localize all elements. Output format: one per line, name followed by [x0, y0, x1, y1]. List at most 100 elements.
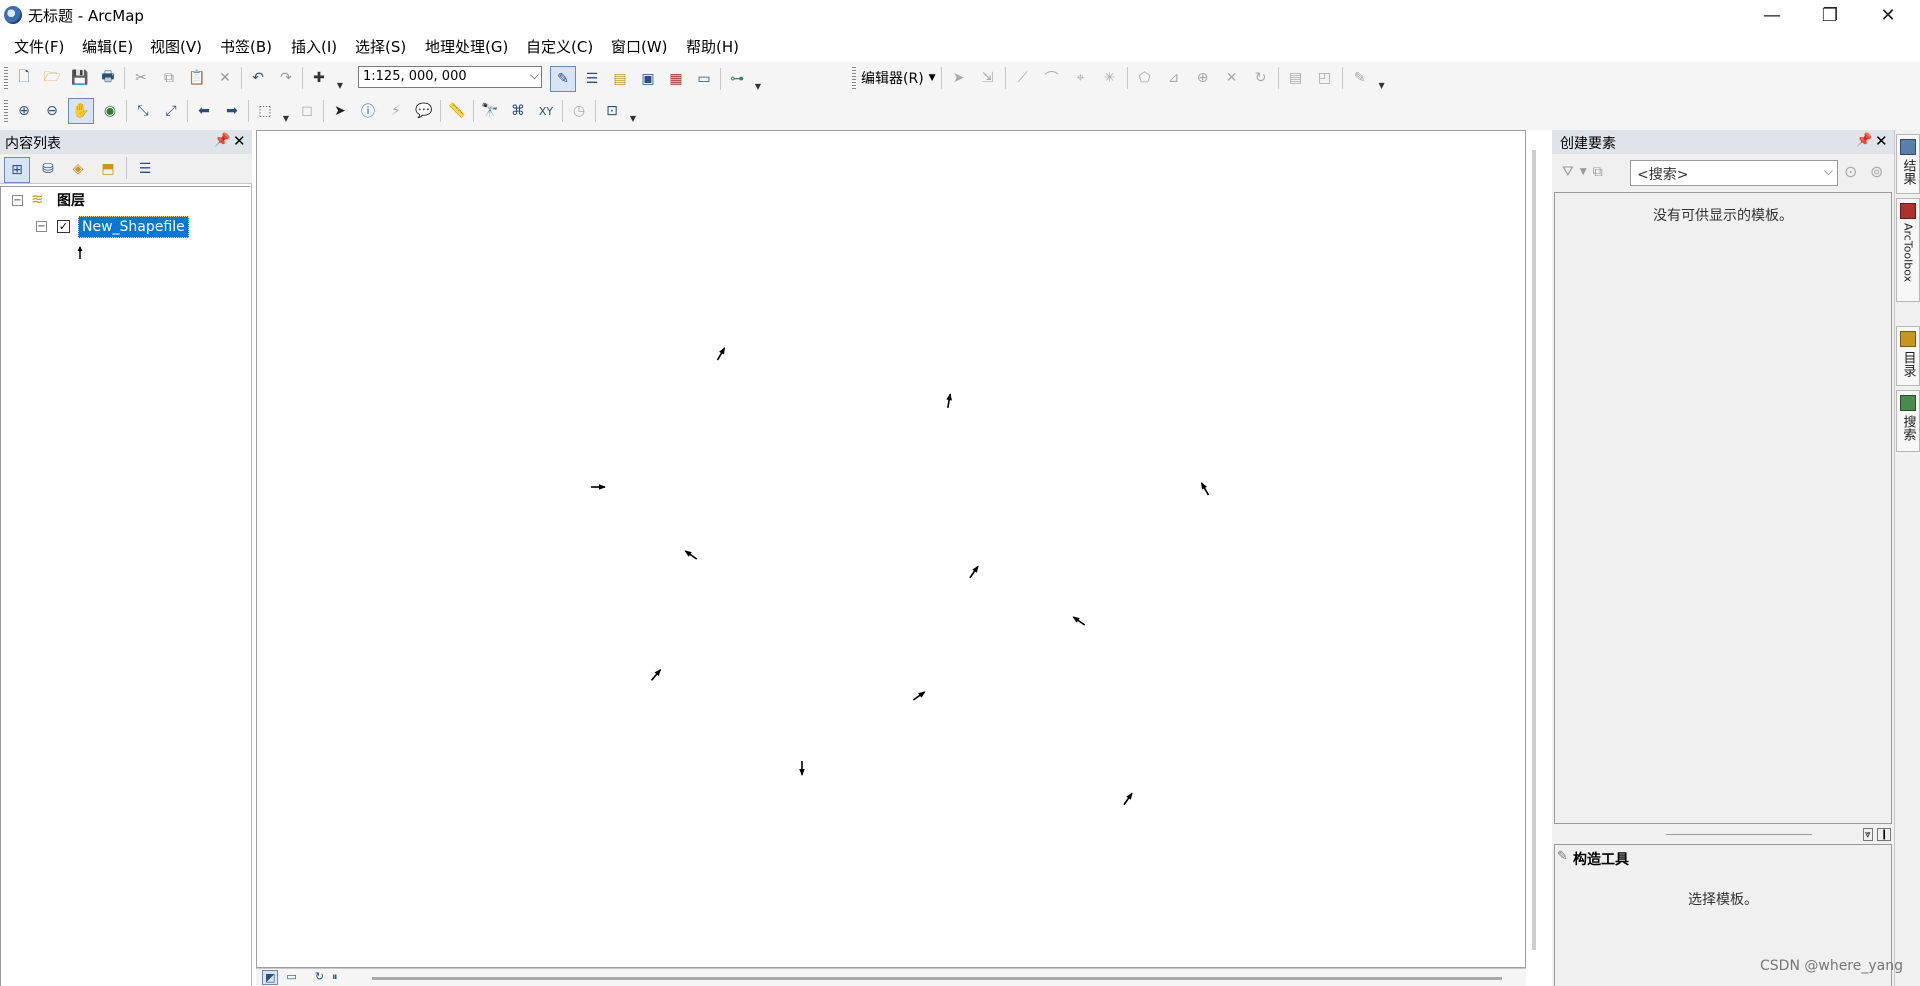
toolbar-options-icon[interactable]: ▼ [628, 99, 638, 123]
point-feature[interactable] [715, 346, 727, 362]
map-canvas[interactable] [256, 130, 1526, 968]
tab-catalog[interactable]: 目录 [1896, 326, 1920, 386]
layers-group-label[interactable]: 图层 [57, 190, 85, 210]
point-feature[interactable] [799, 761, 805, 776]
point-feature[interactable] [912, 689, 927, 702]
list-by-drawing-order-icon[interactable]: ⊞ [4, 157, 30, 183]
toolbar-grip[interactable] [4, 67, 8, 89]
create-features-icon[interactable]: ✎ [1348, 66, 1372, 90]
menu-windows[interactable]: 窗口(W) [611, 36, 668, 57]
point-feature[interactable] [683, 548, 698, 561]
cut-icon[interactable]: ✂ [129, 66, 153, 90]
chevron-down-icon[interactable]: ⌵ [530, 68, 539, 83]
time-slider-icon[interactable]: ◷ [567, 99, 591, 123]
reshape-icon[interactable]: ⊿ [1162, 66, 1186, 90]
list-by-source-icon[interactable]: ⛁ [36, 157, 60, 181]
toolbar-grip[interactable] [852, 67, 856, 89]
menu-edit[interactable]: 编辑(E) [82, 36, 133, 57]
hyperlink-icon[interactable]: ⚡ [384, 99, 408, 123]
split-icon[interactable]: ✕ [1220, 66, 1244, 90]
cut-polygons-icon[interactable]: ⊕ [1191, 66, 1215, 90]
html-popup-icon[interactable]: 💬 [412, 99, 436, 123]
search-window-icon[interactable]: ▣ [636, 67, 660, 91]
save-icon[interactable]: 💾 [68, 66, 92, 90]
organize-templates-icon[interactable]: ⧉ [1593, 164, 1603, 180]
menu-selection[interactable]: 选择(S) [355, 36, 406, 57]
fixed-zoom-out-icon[interactable]: ⤢ [159, 99, 183, 123]
filter-icon[interactable]: ⛛ [1562, 164, 1574, 180]
close-button[interactable]: ✕ [1859, 0, 1917, 30]
edit-vertices-icon[interactable]: ⬠ [1133, 66, 1157, 90]
restore-button[interactable]: ❐ [1801, 0, 1859, 30]
template-list[interactable]: 没有可供显示的模板。 [1554, 192, 1892, 824]
full-extent-icon[interactable]: ◉ [98, 99, 122, 123]
menu-bookmarks[interactable]: 书签(B) [220, 36, 272, 57]
undo-icon[interactable]: ↶ [246, 66, 270, 90]
fixed-zoom-in-icon[interactable]: ⤡ [131, 99, 155, 123]
chevron-down-icon[interactable]: ⌵ [1824, 164, 1833, 179]
measure-icon[interactable]: 📏 [445, 99, 469, 123]
zoom-in-icon[interactable]: ⊕ [12, 99, 36, 123]
point-feature[interactable] [1199, 481, 1211, 497]
filter-dropdown-icon[interactable]: ▼ [1580, 167, 1587, 177]
toolbar-options-icon[interactable]: ▼ [753, 67, 763, 91]
paste-icon[interactable]: 📋 [185, 66, 209, 90]
splitter[interactable] [1666, 834, 1812, 835]
map-vertical-scrollbar[interactable] [1532, 150, 1536, 950]
layout-view-icon[interactable]: ▭ [286, 970, 296, 985]
menu-file[interactable]: 文件(F) [14, 36, 64, 57]
list-by-visibility-icon[interactable]: ◈ [66, 157, 90, 181]
open-folder-icon[interactable]: 🗁 [40, 66, 64, 90]
add-data-dropdown-icon[interactable]: ▼ [335, 66, 345, 90]
add-data-icon[interactable]: ✚ [307, 66, 331, 90]
collapse-icon[interactable]: − [12, 195, 23, 206]
point-feature[interactable] [1122, 791, 1135, 806]
properties-icon[interactable]: ❙ [1877, 828, 1892, 841]
edit-tool-icon[interactable]: ➤ [947, 66, 971, 90]
template-search-input[interactable]: <搜索> ⌵ [1630, 160, 1838, 186]
chevron-down-icon[interactable]: ⩔ [1863, 828, 1873, 841]
toc-options-icon[interactable]: ☰ [133, 157, 157, 181]
table-of-contents-icon[interactable]: ☰ [580, 67, 604, 91]
arctoolbox-icon[interactable]: ▦ [664, 67, 688, 91]
go-to-xy-icon[interactable]: XY [534, 99, 558, 123]
horizontal-scrollbar[interactable] [372, 977, 1502, 980]
point-feature[interactable] [968, 564, 981, 579]
close-icon[interactable]: ✕ [233, 132, 246, 150]
select-features-icon[interactable]: ⬚ [253, 99, 277, 123]
layer-visibility-checkbox[interactable]: ✓ [57, 220, 70, 233]
close-icon[interactable]: ✕ [1875, 132, 1888, 150]
point-feature[interactable] [945, 393, 953, 409]
map-scale-combobox[interactable]: 1:125, 000, 000 ⌵ [358, 66, 542, 88]
point-feature[interactable] [591, 484, 606, 490]
go-forward-icon[interactable]: ➡ [220, 99, 244, 123]
collapse-icon[interactable]: − [36, 221, 47, 232]
menu-view[interactable]: 视图(V) [150, 36, 202, 57]
select-dropdown-icon[interactable]: ▼ [281, 99, 291, 123]
clear-search-icon[interactable]: ⊚ [1870, 162, 1883, 181]
straight-segment-icon[interactable]: ⟋ [1011, 66, 1035, 90]
point-icon[interactable]: ✳ [1098, 66, 1122, 90]
copy-icon[interactable]: ⧉ [157, 66, 181, 90]
toolbar-grip[interactable] [4, 100, 8, 122]
sketch-properties-icon[interactable]: ◰ [1313, 66, 1337, 90]
catalog-window-icon[interactable]: ▤ [608, 67, 632, 91]
go-back-icon[interactable]: ⬅ [192, 99, 216, 123]
find-icon[interactable]: 🔭 [478, 99, 502, 123]
editor-menu-button[interactable]: 编辑器(R) [861, 68, 924, 88]
point-feature[interactable] [649, 667, 663, 682]
minimize-button[interactable]: — [1743, 0, 1801, 30]
menu-help[interactable]: 帮助(H) [686, 36, 739, 57]
tab-arctoolbox[interactable]: ArcToolbox [1896, 198, 1920, 302]
create-viewer-window-icon[interactable]: ⊡ [600, 99, 624, 123]
menu-customize[interactable]: 自定义(C) [526, 36, 593, 57]
find-route-icon[interactable]: ⌘ [506, 99, 530, 123]
attributes-icon[interactable]: ▤ [1284, 66, 1308, 90]
menu-geoprocessing[interactable]: 地理处理(G) [425, 36, 508, 57]
search-icon[interactable]: ⊙ [1844, 162, 1857, 181]
pause-drawing-icon[interactable]: ⏸ [332, 970, 338, 985]
clear-selection-icon[interactable]: ◻ [295, 99, 319, 123]
data-view-icon[interactable]: ◩ [262, 970, 279, 985]
new-document-icon[interactable]: 🗋 [12, 66, 36, 90]
pin-icon[interactable]: 📌 [214, 133, 230, 148]
